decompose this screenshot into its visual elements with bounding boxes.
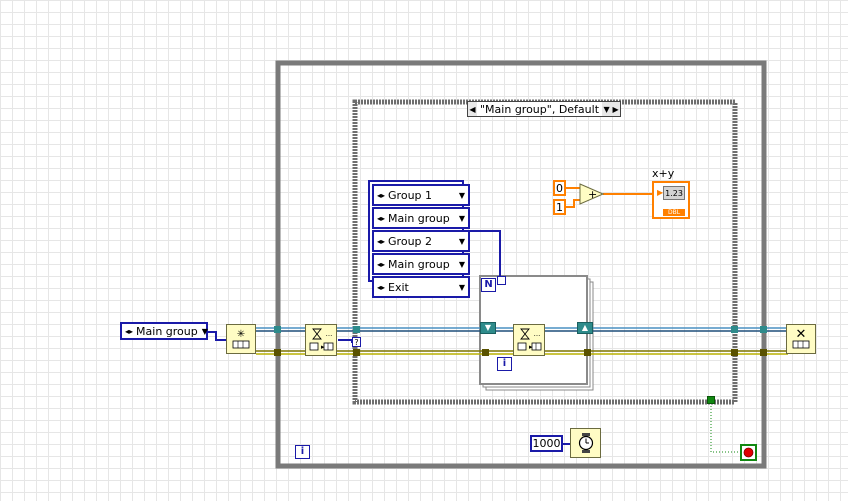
enqueue-element-icon: ... ▸ bbox=[517, 328, 542, 351]
array-item[interactable]: ◂▸ Group 2 ▼ bbox=[372, 230, 470, 252]
stop-terminal[interactable] bbox=[740, 444, 757, 461]
dropdown-icon[interactable]: ▼ bbox=[459, 283, 465, 292]
queue-tunnel-out bbox=[760, 326, 767, 333]
boolean-tunnel bbox=[707, 396, 715, 404]
queue-element-control[interactable]: ◂▸ Main group ▼ bbox=[120, 322, 208, 340]
dequeue-element-icon: ... ▸ bbox=[309, 328, 334, 351]
release-queue-icon: ✕ bbox=[792, 327, 810, 349]
enum-arrows-icon: ◂▸ bbox=[125, 326, 134, 336]
svg-text:...: ... bbox=[534, 330, 541, 338]
for-loop-count-terminal[interactable]: N bbox=[481, 278, 496, 292]
case-menu-icon[interactable]: ▼ bbox=[602, 102, 612, 116]
case-queue-tunnel-in bbox=[353, 326, 360, 333]
case-next-icon[interactable]: ▶ bbox=[611, 102, 621, 116]
for-error-tunnel-in bbox=[482, 349, 489, 356]
array-item[interactable]: ◂▸ Main group ▼ bbox=[372, 207, 470, 229]
svg-text:✳: ✳ bbox=[237, 329, 245, 340]
svg-text:✕: ✕ bbox=[796, 327, 807, 342]
enum-arrows-icon: ◂▸ bbox=[377, 213, 386, 223]
dropdown-icon[interactable]: ▼ bbox=[459, 260, 465, 269]
enqueue-element-vi[interactable]: ... ▸ bbox=[513, 324, 545, 356]
array-item-label: Main group bbox=[388, 257, 450, 271]
svg-text:...: ... bbox=[326, 330, 333, 338]
shift-register-down-icon: ▼ bbox=[480, 322, 496, 334]
add-symbol: + bbox=[588, 188, 597, 201]
num-wire-b bbox=[566, 199, 580, 208]
enum-arrows-icon: ◂▸ bbox=[377, 236, 386, 246]
wait-ms-icon bbox=[578, 433, 593, 453]
obtain-queue-icon: ✳ bbox=[232, 329, 250, 349]
case-error-tunnel-in bbox=[353, 349, 360, 356]
enum-wire bbox=[208, 331, 228, 341]
numeric-constant-b[interactable]: 1 bbox=[553, 199, 566, 215]
dropdown-icon[interactable]: ▼ bbox=[459, 191, 465, 200]
indicator-type-badge: DBL bbox=[663, 209, 685, 216]
array-item[interactable]: ◂▸ Group 1 ▼ bbox=[372, 184, 470, 206]
obtain-queue-vi[interactable]: ✳ bbox=[226, 324, 256, 354]
numeric-constant-a[interactable]: 0 bbox=[553, 180, 566, 196]
case-selector-terminal-icon: ? bbox=[352, 337, 361, 347]
queue-tunnel-in bbox=[274, 326, 281, 333]
array-item-label: Main group bbox=[388, 211, 450, 225]
dropdown-icon[interactable]: ▼ bbox=[202, 327, 208, 336]
array-item-label: Exit bbox=[388, 280, 409, 294]
case-selector-label: "Main group", Default bbox=[480, 102, 600, 116]
add-function[interactable]: + bbox=[579, 183, 604, 205]
stop-terminal-icon bbox=[743, 447, 754, 458]
array-item-label: Group 2 bbox=[388, 234, 433, 248]
for-error-tunnel-out bbox=[584, 349, 591, 356]
case-error-tunnel-out bbox=[731, 349, 738, 356]
wait-ms-constant[interactable]: 1000 bbox=[530, 435, 563, 452]
while-loop-frame bbox=[275, 60, 767, 469]
dropdown-icon[interactable]: ▼ bbox=[459, 237, 465, 246]
case-selector[interactable]: ◀ "Main group", Default ▼ ▶ bbox=[467, 101, 621, 117]
error-tunnel-out bbox=[760, 349, 767, 356]
case-prev-icon[interactable]: ◀ bbox=[468, 102, 477, 116]
error-tunnel-in bbox=[274, 349, 281, 356]
dropdown-icon[interactable]: ▼ bbox=[459, 214, 465, 223]
indicator-display: 1.23 bbox=[663, 186, 685, 200]
while-loop-iteration-terminal: i bbox=[295, 445, 310, 459]
indicator-label: x+y bbox=[652, 167, 675, 180]
enum-arrows-icon: ◂▸ bbox=[377, 259, 386, 269]
enum-arrows-icon: ◂▸ bbox=[377, 282, 386, 292]
stop-wire bbox=[710, 400, 741, 453]
queue-element-label: Main group bbox=[136, 324, 198, 338]
case-queue-tunnel-out bbox=[731, 326, 738, 333]
array-constant[interactable]: ◂▸ Group 1 ▼ ◂▸ Main group ▼ ◂▸ Group 2 … bbox=[368, 180, 470, 298]
shift-register-up-icon: ▲ bbox=[577, 322, 593, 334]
autoindex-tunnel bbox=[497, 276, 506, 285]
release-queue-vi[interactable]: ✕ bbox=[786, 324, 816, 354]
enum-arrows-icon: ◂▸ bbox=[377, 190, 386, 200]
wait-ms-vi[interactable] bbox=[570, 428, 601, 458]
array-item-label: Group 1 bbox=[388, 188, 433, 202]
dequeue-element-vi[interactable]: ... ▸ bbox=[305, 324, 337, 356]
array-item[interactable]: ◂▸ Exit ▼ bbox=[372, 276, 470, 298]
array-item[interactable]: ◂▸ Main group ▼ bbox=[372, 253, 470, 275]
numeric-indicator[interactable]: ▶ 1.23 DBL bbox=[652, 181, 690, 219]
for-loop-iteration-terminal: i bbox=[497, 357, 512, 371]
